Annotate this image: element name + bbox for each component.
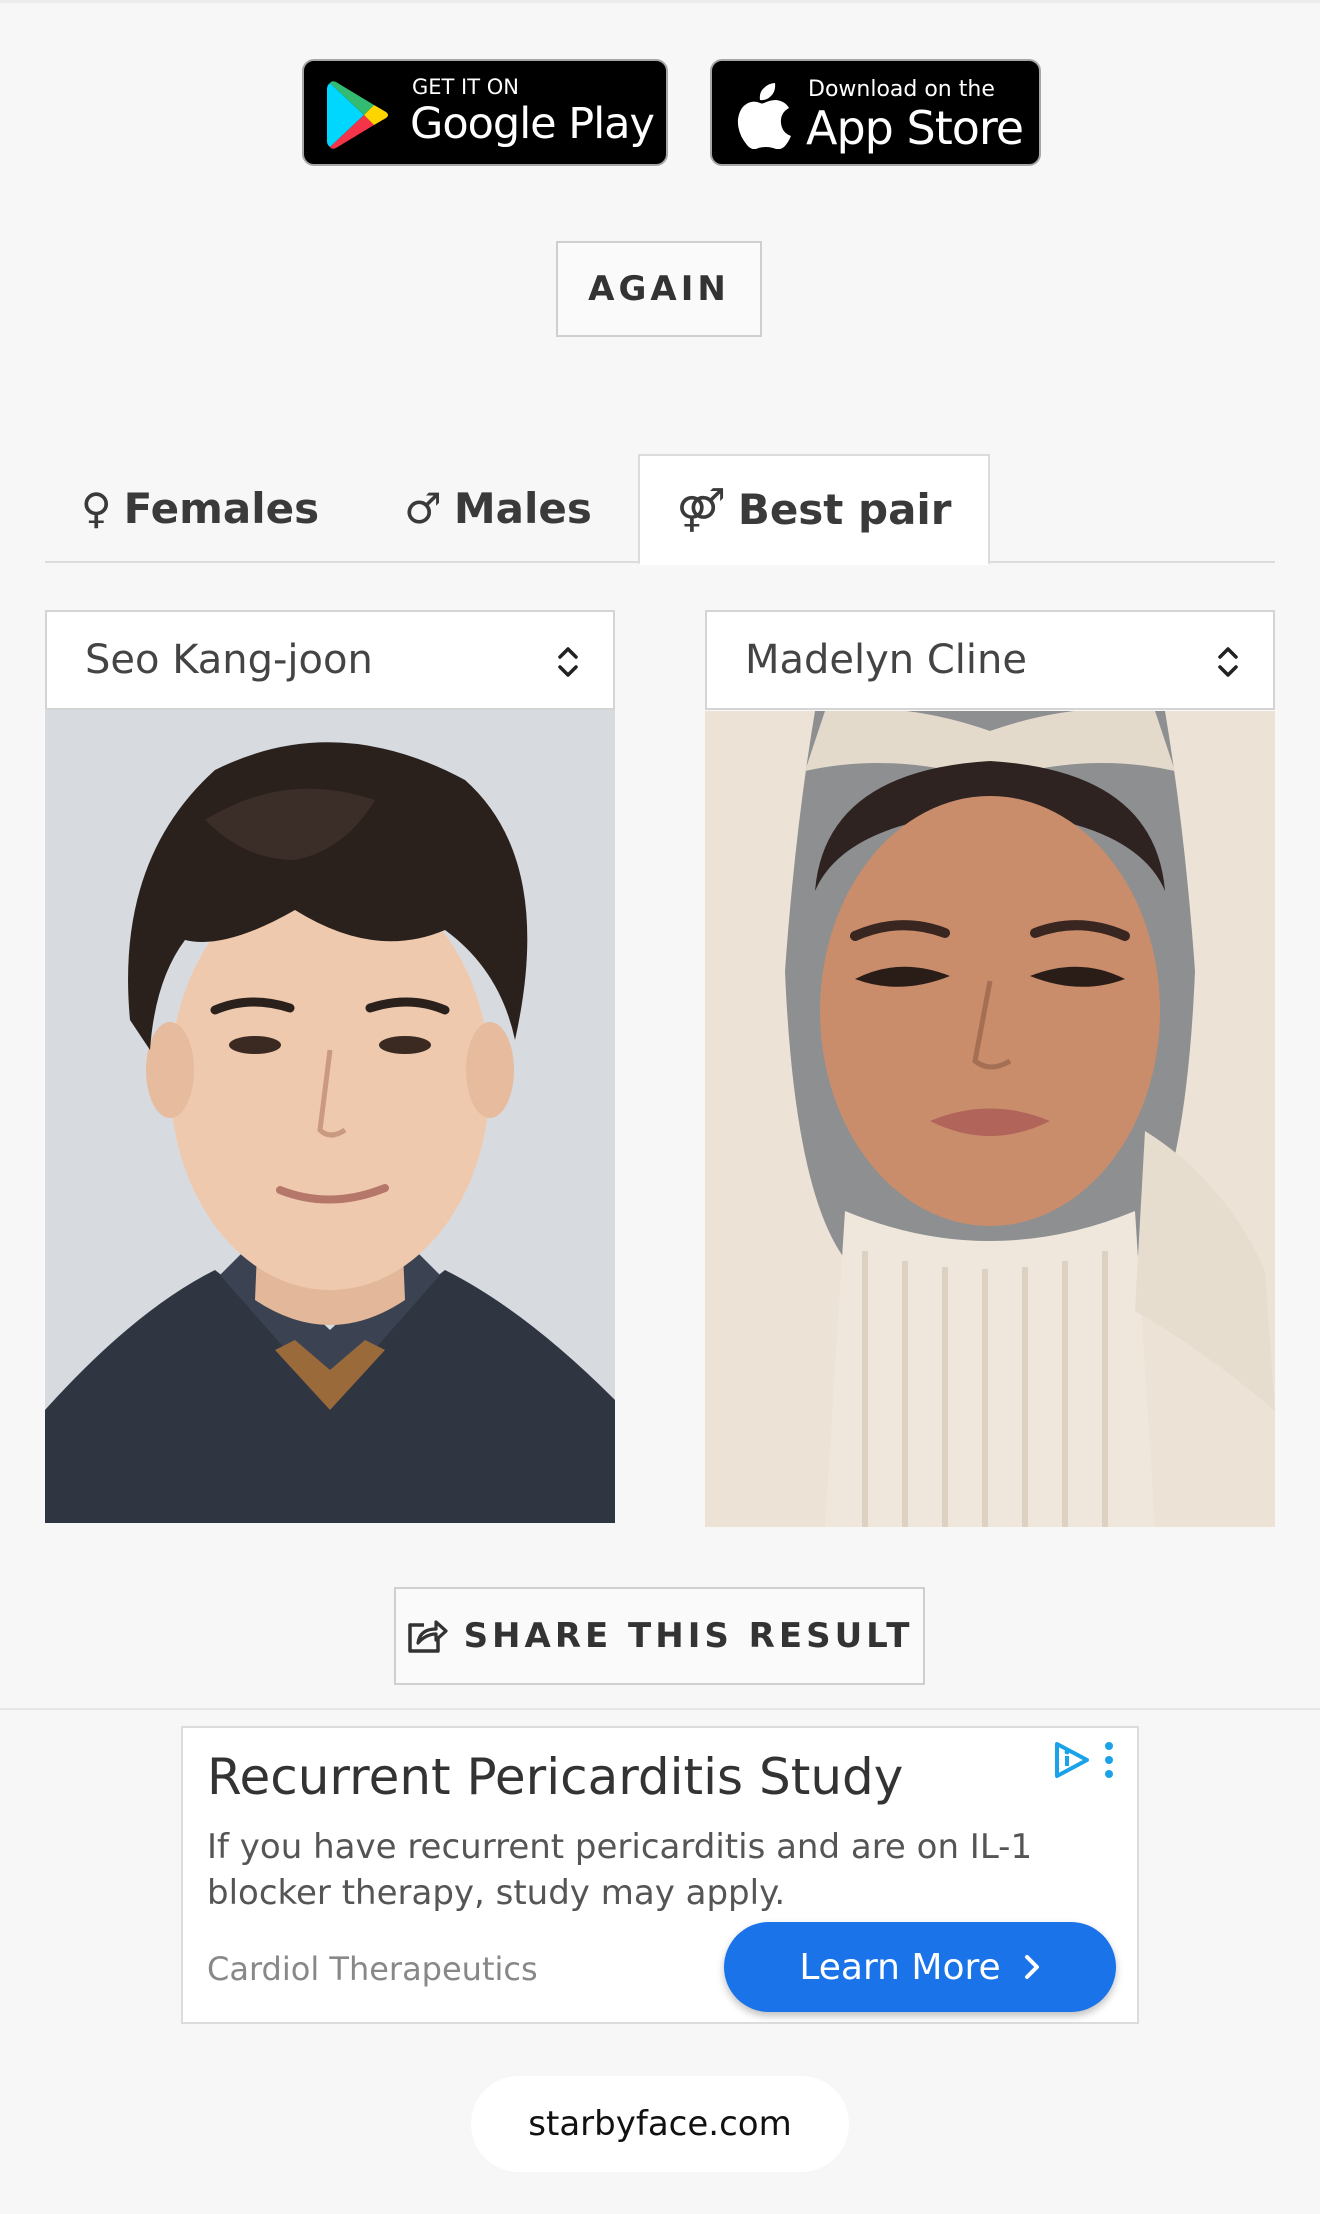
share-result-label: SHARE THIS RESULT (463, 1616, 914, 1656)
learn-more-label: Learn More (799, 1946, 1001, 1988)
left-person-select[interactable]: Seo Kang-joon (45, 610, 615, 710)
site-url-pill[interactable]: starbyface.com (471, 2076, 849, 2172)
google-play-icon (327, 81, 388, 149)
male-icon: ♂ (404, 484, 442, 533)
apple-icon (737, 83, 791, 149)
right-person-select[interactable]: Madelyn Cline (705, 610, 1275, 710)
right-person-select-value: Madelyn Cline (745, 637, 1027, 683)
tab-females[interactable]: ♀ Females (70, 454, 330, 563)
female-icon: ♀ (80, 484, 112, 533)
tab-males[interactable]: ♂ Males (398, 454, 598, 563)
chevron-up-down-icon (558, 647, 578, 677)
app-store-big-text: App Store (806, 101, 1024, 155)
chevron-right-icon (1024, 1955, 1039, 1979)
app-store-small-text: Download on the (808, 77, 995, 102)
top-divider (0, 0, 1320, 3)
ad-title[interactable]: Recurrent Pericarditis Study (207, 1748, 903, 1806)
tab-males-label: Males (453, 484, 592, 533)
google-play-badge[interactable]: GET IT ON Google Play (302, 59, 668, 166)
left-person-photo (45, 710, 615, 1523)
again-button[interactable]: AGAIN (556, 241, 762, 337)
share-result-button[interactable]: SHARE THIS RESULT (394, 1587, 925, 1685)
more-options-icon[interactable] (1101, 1740, 1117, 1780)
google-play-big-text: Google Play (410, 99, 655, 149)
tab-best-pair[interactable]: ⚤ Best pair (638, 454, 990, 565)
tab-females-label: Females (123, 484, 320, 533)
google-play-small-text: GET IT ON (412, 75, 519, 99)
ad-brand: Cardiol Therapeutics (207, 1950, 538, 1988)
tab-best-pair-label: Best pair (737, 485, 952, 534)
adchoices-icon[interactable] (1051, 1740, 1091, 1780)
left-person-select-value: Seo Kang-joon (85, 637, 373, 683)
ad-banner[interactable]: Recurrent Pericarditis Study If you have… (181, 1726, 1139, 2024)
share-icon (407, 1620, 448, 1653)
chevron-up-down-icon (1218, 647, 1238, 677)
right-person-photo (705, 711, 1275, 1527)
pair-icon: ⚤ (676, 485, 726, 534)
ad-body: If you have recurrent pericarditis and a… (207, 1827, 1033, 1913)
section-divider (0, 1708, 1320, 1710)
app-store-badge[interactable]: Download on the App Store (710, 59, 1041, 166)
learn-more-button[interactable]: Learn More (724, 1922, 1116, 2012)
